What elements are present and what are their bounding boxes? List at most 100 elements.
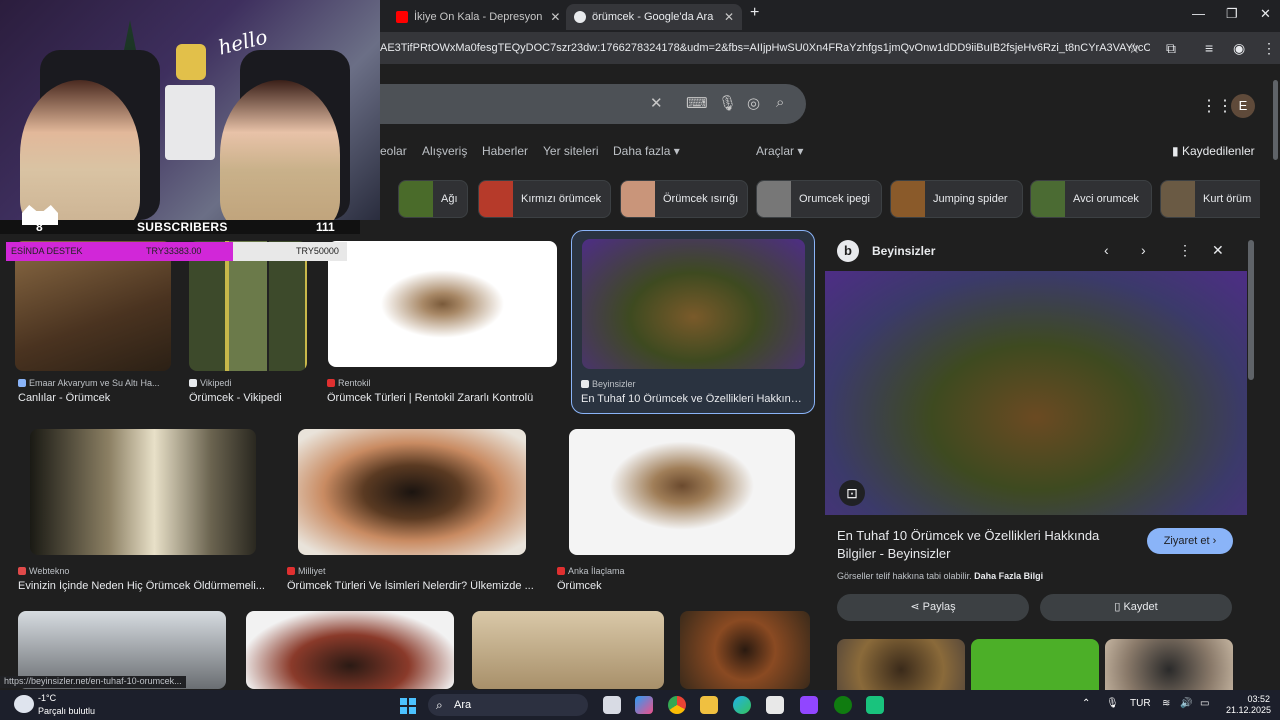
source-favicon bbox=[557, 567, 565, 575]
previous-icon[interactable]: ‹ bbox=[1104, 242, 1109, 258]
tools-button[interactable]: Araçlar ▾ bbox=[756, 144, 803, 158]
chip[interactable]: Jumping spider bbox=[890, 180, 1023, 218]
weather-icon[interactable] bbox=[14, 695, 34, 713]
language-indicator[interactable]: TUR bbox=[1130, 698, 1151, 709]
preview-image[interactable] bbox=[825, 271, 1247, 515]
chip-label: Örümcek ısırığı bbox=[663, 193, 739, 205]
store-icon[interactable] bbox=[766, 696, 784, 714]
chrome-icon[interactable] bbox=[668, 696, 686, 714]
image-result[interactable]: Emaar Akvaryum ve Su Altı Ha... Canlılar… bbox=[10, 236, 176, 410]
close-tab-icon[interactable]: ✕ bbox=[716, 10, 734, 24]
share-button[interactable]: ⋖ Paylaş bbox=[837, 594, 1029, 621]
result-source-label: Vikipedi bbox=[200, 378, 232, 388]
google-lens-icon[interactable]: ⊡ bbox=[839, 480, 865, 506]
temperature[interactable]: -1°C bbox=[38, 693, 56, 703]
app-icon[interactable] bbox=[866, 696, 884, 714]
start-button[interactable] bbox=[400, 698, 416, 714]
date: 21.12.2025 bbox=[1226, 705, 1272, 715]
keyboard-icon[interactable]: ⌨ bbox=[686, 94, 708, 112]
edge-icon[interactable] bbox=[733, 696, 751, 714]
result-image[interactable] bbox=[472, 611, 664, 689]
save-button[interactable]: ▯ Kaydet bbox=[1040, 594, 1232, 621]
tab-shopping[interactable]: Alışveriş bbox=[422, 144, 467, 158]
menu-icon[interactable]: ⋮ bbox=[1262, 40, 1276, 57]
media-control-icon[interactable]: ≡ bbox=[1205, 40, 1213, 56]
wifi-icon[interactable]: ≋ bbox=[1162, 698, 1170, 709]
tools-label: Araçlar bbox=[756, 144, 795, 158]
panel-title[interactable]: En Tuhaf 10 Örümcek ve Özellikleri Hakkı… bbox=[837, 527, 1137, 563]
minimize-icon[interactable]: — bbox=[1192, 6, 1205, 21]
restore-icon[interactable]: ❐ bbox=[1226, 6, 1238, 22]
close-window-icon[interactable]: ✕ bbox=[1260, 6, 1271, 22]
image-result[interactable]: Rentokil Örümcek Türleri | Rentokil Zara… bbox=[322, 236, 562, 410]
result-image[interactable] bbox=[246, 611, 454, 689]
weather-status[interactable]: Parçalı bulutlu bbox=[38, 706, 95, 716]
image-result[interactable]: Anka İlaçlama Örümcek bbox=[554, 424, 810, 598]
volume-icon[interactable]: 🔊 bbox=[1180, 698, 1192, 709]
chip[interactable]: Örümcek ısırığı bbox=[620, 180, 748, 218]
tab-videos[interactable]: eolar bbox=[380, 144, 407, 158]
taskbar-search[interactable]: ⌕ Ara bbox=[428, 694, 588, 716]
tab-more-label: Daha fazla bbox=[613, 144, 671, 158]
task-view-icon[interactable] bbox=[603, 696, 621, 714]
panel-scrollbar[interactable] bbox=[1248, 240, 1254, 380]
avatar[interactable]: E bbox=[1231, 94, 1255, 118]
image-result[interactable]: Webtekno Evinizin İçinde Neden Hiç Örümc… bbox=[12, 424, 274, 598]
image-result[interactable]: Vikipedi Örümcek - Vikipedi bbox=[184, 236, 312, 410]
new-tab-button[interactable]: + bbox=[750, 4, 759, 22]
copilot-icon[interactable] bbox=[635, 696, 653, 714]
more-info-link[interactable]: Daha Fazla Bilgi bbox=[974, 571, 1043, 581]
clock[interactable]: 03:52 21.12.2025 bbox=[1226, 694, 1272, 716]
result-image[interactable] bbox=[680, 611, 810, 689]
extensions-icon[interactable]: ⧉ bbox=[1166, 40, 1176, 57]
microphone-icon[interactable]: 🎙 bbox=[1106, 698, 1119, 709]
more-options-icon[interactable]: ⋮ bbox=[1178, 242, 1192, 259]
chip-label: Jumping spider bbox=[933, 193, 1008, 205]
result-source-label: Milliyet bbox=[298, 566, 326, 576]
tab-more[interactable]: Daha fazla ▾ bbox=[613, 144, 680, 158]
tab-places[interactable]: Yer siteleri bbox=[543, 144, 599, 158]
related-image[interactable] bbox=[1105, 639, 1233, 690]
xbox-icon[interactable] bbox=[834, 696, 852, 714]
close-tab-icon[interactable]: ✕ bbox=[542, 10, 560, 24]
image-result[interactable]: Milliyet Örümcek Türleri Ve İsimleri Nel… bbox=[282, 424, 544, 598]
page-scrollbar[interactable] bbox=[1273, 80, 1278, 160]
result-source-label: Webtekno bbox=[29, 566, 70, 576]
saved-link[interactable]: ▮ Kaydedilenler bbox=[1172, 144, 1255, 158]
chip[interactable]: Orumcek ipegi bbox=[756, 180, 882, 218]
microphone-icon[interactable]: 🎙 bbox=[718, 94, 737, 112]
chip[interactable]: Kırmızı örümcek bbox=[478, 180, 611, 218]
chip[interactable]: Ağı bbox=[398, 180, 468, 218]
file-explorer-icon[interactable] bbox=[700, 696, 718, 714]
twitch-icon[interactable] bbox=[800, 696, 818, 714]
webcam-overlay: hello bbox=[0, 0, 380, 220]
tab-google[interactable]: örümcek - Google'da Ara ✕ bbox=[566, 4, 742, 30]
lens-icon[interactable]: ◎ bbox=[747, 94, 760, 112]
visit-button[interactable]: Ziyaret et › bbox=[1147, 528, 1233, 554]
copyright-text: Görseller telif hakkına tabi olabilir. bbox=[837, 571, 972, 581]
copyright-notice: Görseller telif hakkına tabi olabilir. D… bbox=[837, 571, 1043, 581]
related-image[interactable] bbox=[837, 639, 965, 690]
chip-thumbnail bbox=[621, 181, 655, 217]
bookmark-star-icon[interactable]: ☆ bbox=[1128, 40, 1141, 57]
next-icon[interactable]: › bbox=[1141, 242, 1146, 258]
chip[interactable]: Avci orumcek bbox=[1030, 180, 1152, 218]
profile-icon[interactable]: ◉ bbox=[1233, 40, 1245, 57]
tab-news[interactable]: Haberler bbox=[482, 144, 528, 158]
search-icon[interactable]: ⌕ bbox=[776, 94, 784, 111]
clear-icon[interactable]: ✕ bbox=[650, 94, 663, 112]
tab-youtube[interactable]: İkiye On Kala - Depresyon ✕ bbox=[388, 4, 560, 30]
result-title: Örümcek Türleri Ve İsimleri Nelerdir? Ül… bbox=[287, 580, 534, 592]
result-source: Rentokil bbox=[327, 378, 557, 388]
related-image[interactable] bbox=[971, 639, 1099, 690]
result-image bbox=[328, 241, 557, 367]
search-icon: ⌕ bbox=[436, 698, 443, 712]
result-title: Örümcek - Vikipedi bbox=[189, 392, 282, 404]
close-icon[interactable]: ✕ bbox=[1212, 242, 1224, 259]
show-hidden-icons[interactable]: ⌃ bbox=[1082, 698, 1090, 709]
image-result-selected[interactable]: Beyinsizler En Tuhaf 10 Örümcek ve Özell… bbox=[571, 230, 815, 414]
chip[interactable]: Kurt örüm bbox=[1160, 180, 1260, 218]
search-box[interactable]: ✕ ⌨ 🎙 ◎ ⌕ bbox=[380, 84, 806, 124]
tab-title: örümcek - Google'da Ara bbox=[592, 11, 714, 23]
battery-icon[interactable]: ▭ bbox=[1200, 698, 1209, 709]
